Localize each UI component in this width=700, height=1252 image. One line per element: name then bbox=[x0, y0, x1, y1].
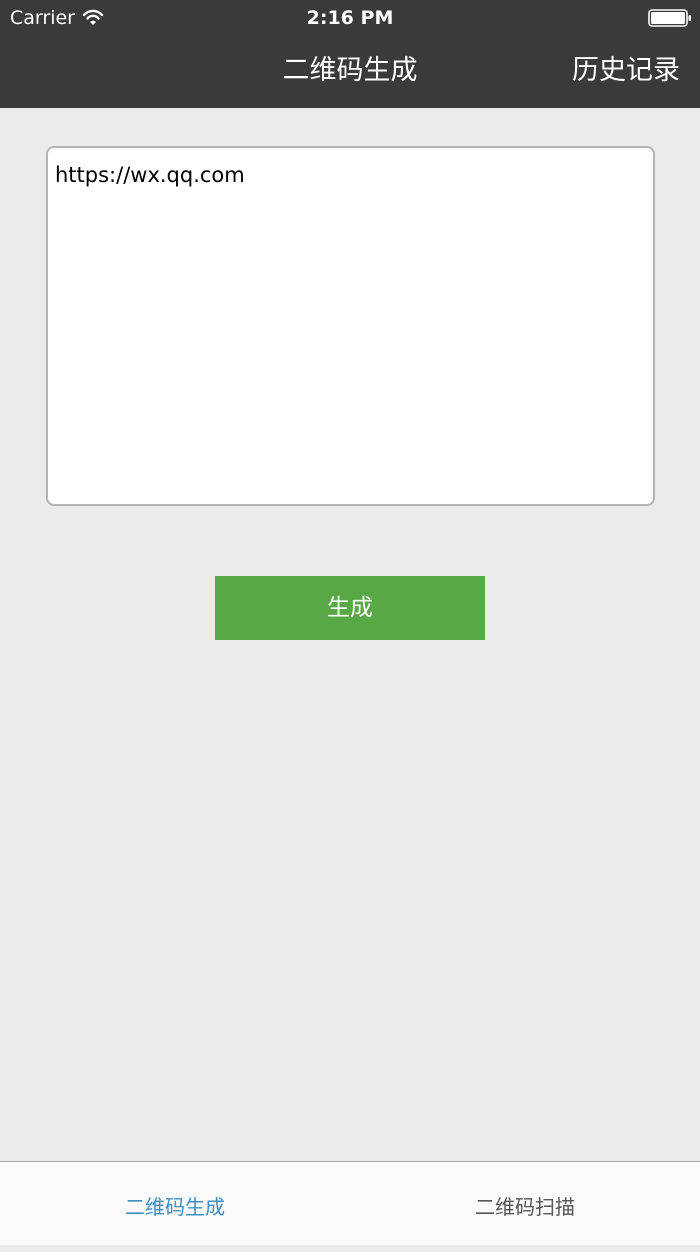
generate-button[interactable]: 生成 bbox=[215, 576, 485, 640]
history-button[interactable]: 历史记录 bbox=[572, 53, 680, 89]
navigation-bar: Carrier 2:16 PM 二维码生成 历史记录 bbox=[0, 0, 700, 108]
battery-icon bbox=[648, 9, 691, 27]
tab-qr-generate[interactable]: 二维码生成 bbox=[0, 1162, 350, 1245]
tab-bar: 二维码生成 二维码扫描 bbox=[0, 1161, 700, 1245]
qr-content-input[interactable]: https://wx.qq.com bbox=[46, 146, 655, 506]
page-title: 二维码生成 bbox=[282, 55, 418, 86]
status-bar: Carrier 2:16 PM bbox=[0, 0, 700, 36]
tab-qr-scan[interactable]: 二维码扫描 bbox=[350, 1162, 700, 1245]
status-time: 2:16 PM bbox=[306, 7, 394, 29]
